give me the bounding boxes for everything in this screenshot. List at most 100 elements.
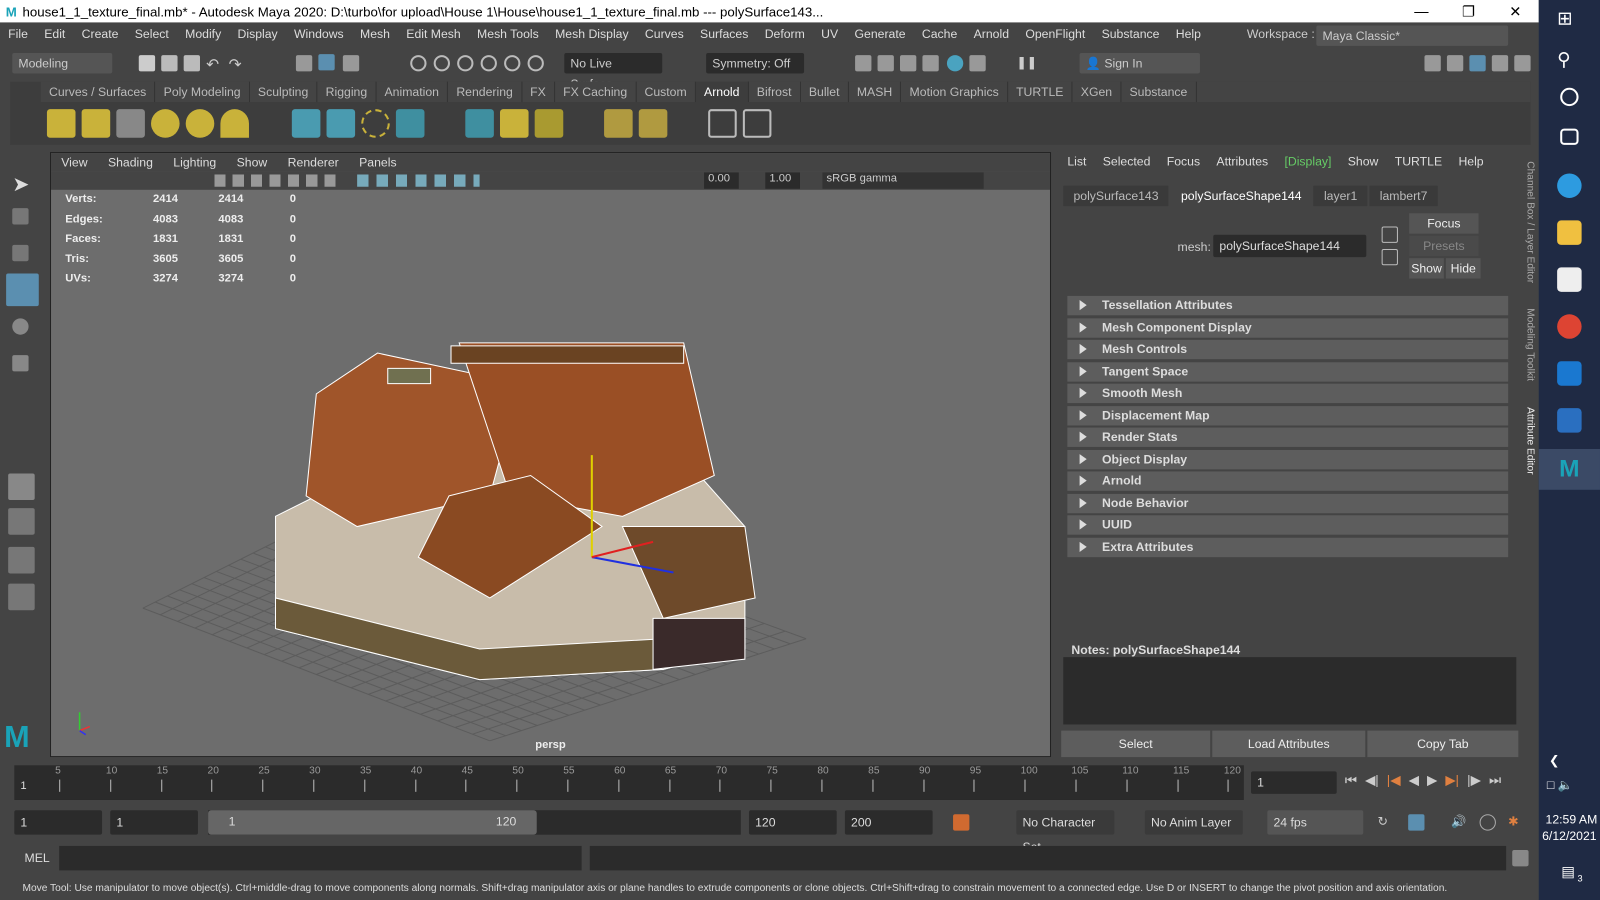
modeling-toolkit-tab[interactable]: Modeling Toolkit (1524, 308, 1535, 381)
render-view-icon[interactable] (855, 55, 872, 72)
menu-set-dropdown[interactable]: Modeling (12, 53, 113, 74)
menu-cache[interactable]: Cache (914, 27, 966, 41)
sign-in-dropdown[interactable]: 👤 Sign In (1079, 53, 1200, 74)
section-extra-attributes[interactable]: Extra Attributes (1067, 537, 1509, 557)
viewport-menu-show[interactable]: Show (226, 153, 277, 171)
color-space-dropdown[interactable]: sRGB gamma (822, 172, 984, 189)
skydome-light-icon[interactable] (46, 109, 76, 138)
shelf-tab-substance[interactable]: Substance (1121, 81, 1197, 103)
texture-manager-icon[interactable] (465, 109, 494, 138)
curve-collector-icon[interactable] (361, 109, 390, 138)
snap-vertex-icon[interactable] (527, 55, 544, 72)
menu-edit[interactable]: Edit (36, 27, 73, 41)
step-back-icon[interactable]: ◀| (1365, 772, 1379, 788)
shelf-tab-fx-caching[interactable]: FX Caching (555, 81, 637, 103)
move-tool-icon[interactable] (6, 273, 39, 307)
cache-playback-icon[interactable] (1408, 814, 1425, 831)
notes-textarea[interactable] (1063, 657, 1517, 725)
fps-dropdown[interactable]: 24 fps (1267, 810, 1364, 835)
select-object-icon[interactable] (318, 54, 335, 71)
playback-start-field[interactable]: 1 (110, 810, 198, 835)
rotate-tool-icon[interactable] (12, 318, 29, 335)
lasso-tool-icon[interactable] (12, 208, 29, 225)
four-view-layout-icon[interactable] (8, 508, 35, 535)
workspace-dropdown[interactable]: Maya Classic* (1316, 25, 1509, 46)
go-to-start-icon[interactable]: ⏮ (1345, 772, 1357, 788)
physical-sky-icon[interactable] (220, 109, 249, 138)
step-forward-icon[interactable]: |▶ (1467, 772, 1481, 788)
persp-outliner-layout-icon[interactable] (8, 546, 35, 574)
tool-settings-icon[interactable] (1491, 55, 1509, 72)
symmetry-dropdown[interactable]: Symmetry: Off (706, 53, 805, 74)
live-surface-field[interactable]: No Live Surface (564, 53, 663, 91)
snap-surface-icon[interactable] (504, 55, 521, 72)
edge-browser-icon[interactable] (1557, 173, 1582, 198)
shelf-tab-curves-surfaces[interactable]: Curves / Surfaces (41, 81, 156, 103)
menu-windows[interactable]: Windows (286, 27, 352, 41)
save-scene-icon[interactable] (183, 55, 200, 72)
snap-curve-icon[interactable] (433, 55, 450, 72)
flush-textures-icon[interactable] (534, 109, 564, 138)
shelf-tab-xgen[interactable]: XGen (1073, 81, 1122, 103)
exposure-field[interactable]: 0.00 (704, 172, 739, 189)
character-icon[interactable]: ✱ (1508, 814, 1524, 830)
snap-view-icon[interactable] (480, 55, 497, 72)
create-standin-icon[interactable] (291, 109, 321, 138)
presets-button[interactable]: Presets (1409, 235, 1479, 257)
viewport-menu-lighting[interactable]: Lighting (163, 153, 226, 171)
menu-mesh[interactable]: Mesh (352, 27, 398, 41)
viewport-menu-shading[interactable]: Shading (98, 153, 163, 171)
shelf-tab-mash[interactable]: MASH (849, 81, 902, 103)
shelf-tab-rendering[interactable]: Rendering (448, 81, 523, 103)
windows-start-icon[interactable]: ⊞ (1557, 8, 1581, 32)
shelf-tab-poly-modeling[interactable]: Poly Modeling (155, 81, 250, 103)
section-object-display[interactable]: Object Display (1067, 449, 1509, 469)
shelf-tab-fx[interactable]: FX (522, 81, 556, 103)
shelf-tab-sculpting[interactable]: Sculpting (250, 81, 318, 103)
playback-end-field[interactable]: 120 (748, 810, 837, 835)
scale-tool-icon[interactable] (12, 355, 29, 372)
chrome-icon[interactable] (1557, 314, 1582, 339)
section-tessellation-attributes[interactable]: Tessellation Attributes (1067, 295, 1509, 316)
network-volume-icons[interactable]: □ 🔈 (1547, 778, 1573, 792)
new-scene-icon[interactable] (138, 55, 156, 72)
open-scene-icon[interactable] (161, 55, 178, 72)
gamma-field[interactable]: 1.00 (765, 172, 800, 189)
menu-mesh-display[interactable]: Mesh Display (547, 27, 637, 41)
play-backwards-icon[interactable]: ◀ (1409, 772, 1419, 788)
task-view-icon[interactable] (1560, 128, 1579, 145)
loop-icon[interactable]: ↻ (1378, 814, 1394, 830)
menu-curves[interactable]: Curves (637, 27, 692, 41)
select-button[interactable]: Select (1061, 730, 1211, 758)
play-forwards-icon[interactable]: ▶ (1427, 772, 1437, 788)
viewport-menu-view[interactable]: View (51, 153, 98, 171)
mail-icon[interactable] (1557, 361, 1582, 386)
command-language-label[interactable]: MEL (24, 851, 49, 865)
section-node-behavior[interactable]: Node Behavior (1067, 493, 1509, 513)
go-to-end-icon[interactable]: ⏭ (1489, 772, 1501, 788)
go-to-output-icon[interactable] (1381, 248, 1398, 266)
sound-icon[interactable]: 🔊 (1451, 814, 1467, 830)
section-tangent-space[interactable]: Tangent Space (1067, 361, 1509, 382)
time-slider[interactable]: 1 5 10 15 20 25 30 35 40 45 50 55 60 65 70 75 80 85 90 95 1… (14, 765, 1244, 800)
render-view-eye-icon[interactable] (708, 109, 737, 138)
hide-button[interactable]: Hide (1445, 258, 1481, 279)
file-explorer-icon[interactable] (1557, 220, 1582, 245)
menu-arnold[interactable]: Arnold (965, 27, 1017, 41)
section-mesh-controls[interactable]: Mesh Controls (1067, 339, 1509, 360)
select-tool-icon[interactable]: ➤ (12, 171, 29, 195)
shelf-tab-bifrost[interactable]: Bifrost (749, 81, 801, 103)
copy-tab-button[interactable]: Copy Tab (1367, 730, 1519, 758)
viewport-menu-panels[interactable]: Panels (349, 153, 407, 171)
node-tab[interactable]: lambert7 (1369, 185, 1438, 207)
menu-help[interactable]: Help (1168, 27, 1210, 41)
section-uuid[interactable]: UUID (1067, 515, 1509, 535)
menu-openflight[interactable]: OpenFlight (1017, 27, 1093, 41)
shelf-tab-rigging[interactable]: Rigging (317, 81, 377, 103)
anim-layer-dropdown[interactable]: No Anim Layer (1144, 810, 1243, 835)
script-editor-icon[interactable] (1512, 849, 1529, 867)
store-icon[interactable] (1557, 267, 1582, 292)
photos-icon[interactable] (1557, 408, 1582, 433)
menu-display[interactable]: Display (229, 27, 285, 41)
notifications-icon[interactable]: ▤ (1561, 863, 1575, 880)
